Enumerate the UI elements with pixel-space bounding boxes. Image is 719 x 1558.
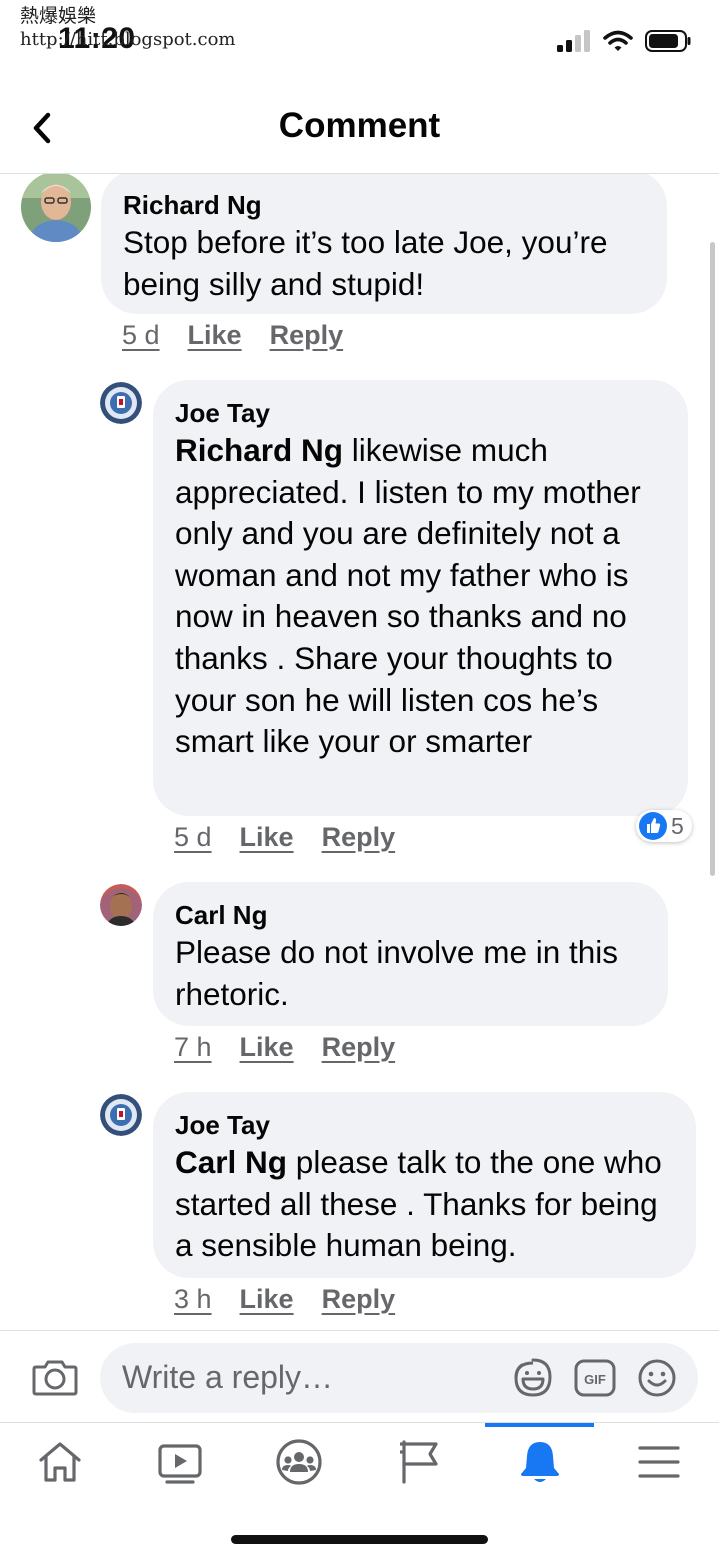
watermark-title: 熱爆娛樂 — [20, 5, 97, 27]
comment-timestamp[interactable]: 3 h — [174, 1284, 212, 1315]
comment-timestamp[interactable]: 7 h — [174, 1032, 212, 1063]
scrollbar[interactable] — [710, 242, 715, 876]
comment-mention[interactable]: Carl Ng — [175, 1144, 287, 1180]
comment-bubble: Carl Ng Please do not involve me in this… — [153, 882, 668, 1026]
comment: Joe Tay Carl Ng please talk to the one w… — [0, 1092, 719, 1330]
comment-timestamp[interactable]: 5 d — [174, 822, 212, 853]
nav-active-indicator — [485, 1423, 594, 1427]
status-icons — [557, 30, 691, 52]
nav-menu[interactable] — [609, 1437, 709, 1487]
comment-actions: 3 h Like Reply — [174, 1284, 395, 1315]
wifi-icon — [603, 30, 633, 51]
comment-actions: 5 d Like Reply — [122, 320, 343, 351]
like-button[interactable]: Like — [240, 1284, 294, 1315]
pages-flag-icon — [400, 1440, 438, 1484]
comment-timestamp[interactable]: 5 d — [122, 320, 160, 351]
page-title: Comment — [278, 106, 441, 145]
notifications-bell-icon — [521, 1442, 559, 1482]
gif-icon[interactable]: GIF — [574, 1357, 616, 1399]
reply-button[interactable]: Reply — [322, 1284, 396, 1315]
comment-bubble: Joe Tay Richard Ng likewise much appreci… — [153, 380, 688, 816]
home-icon — [39, 1442, 81, 1482]
avatar[interactable] — [21, 174, 91, 242]
comment: Joe Tay Richard Ng likewise much appreci… — [0, 380, 719, 860]
groups-icon — [276, 1439, 322, 1485]
nav-video[interactable] — [130, 1437, 230, 1487]
comment-mention[interactable]: Richard Ng — [175, 432, 343, 468]
comment-list[interactable]: Richard Ng Stop before it’s too late Joe… — [0, 174, 719, 1330]
reply-button[interactable]: Reply — [270, 320, 344, 351]
emoji-icon[interactable] — [636, 1357, 678, 1399]
avatar[interactable] — [100, 382, 142, 424]
nav-home[interactable] — [10, 1437, 110, 1487]
home-indicator[interactable] — [231, 1535, 488, 1544]
comment-text: Carl Ng please talk to the one who start… — [175, 1142, 674, 1267]
reply-button[interactable]: Reply — [322, 1032, 396, 1063]
nav-groups[interactable] — [249, 1437, 349, 1487]
camera-icon — [32, 1360, 78, 1396]
video-icon — [158, 1444, 202, 1484]
nav-pages[interactable] — [370, 1437, 470, 1487]
comment: Richard Ng Stop before it’s too late Joe… — [0, 174, 719, 364]
battery-icon — [645, 30, 691, 52]
reply-tools: GIF — [512, 1357, 678, 1399]
like-button[interactable]: Like — [188, 320, 242, 351]
watermark-url: http://hitt.blogspot.com — [20, 29, 236, 50]
avatar[interactable] — [100, 884, 142, 926]
comment-text: Stop before it’s too late Joe, you’re be… — [123, 224, 608, 302]
cellular-signal-icon — [557, 30, 590, 52]
comment-actions: 7 h Like Reply — [174, 1032, 395, 1063]
reply-composer: Write a reply… GIF — [0, 1330, 719, 1422]
like-reaction-icon — [639, 812, 667, 840]
gif-label: GIF — [584, 1372, 606, 1387]
reaction-count: 5 — [671, 812, 684, 839]
comment-author[interactable]: Richard Ng — [123, 188, 645, 222]
like-button[interactable]: Like — [240, 1032, 294, 1063]
comment-actions: 5 d Like Reply — [174, 822, 395, 853]
comment-text: Please do not involve me in this rhetori… — [175, 934, 618, 1012]
comment-author[interactable]: Joe Tay — [175, 1108, 674, 1142]
comment-body: likewise much appreciated. I listen to m… — [175, 432, 641, 760]
sticker-icon[interactable] — [512, 1357, 554, 1399]
reply-input-box[interactable]: Write a reply… GIF — [100, 1343, 698, 1413]
watermark: 熱爆娛樂 http://hitt.blogspot.com — [20, 4, 236, 52]
status-bar: 11:20 熱爆娛樂 http://hitt.blogspot.com — [0, 0, 719, 80]
comment-bubble: Joe Tay Carl Ng please talk to the one w… — [153, 1092, 696, 1278]
comment-bubble: Richard Ng Stop before it’s too late Joe… — [101, 174, 667, 314]
camera-button[interactable] — [32, 1357, 78, 1402]
reaction-summary[interactable]: 5 — [636, 810, 692, 842]
comment-author[interactable]: Carl Ng — [175, 898, 646, 932]
reply-button[interactable]: Reply — [322, 822, 396, 853]
reply-input[interactable]: Write a reply… — [122, 1359, 333, 1396]
header: Comment — [0, 80, 719, 174]
avatar[interactable] — [100, 1094, 142, 1136]
comment-text: Richard Ng likewise much appreciated. I … — [175, 430, 666, 763]
nav-notifications[interactable] — [490, 1437, 590, 1487]
comment: Carl Ng Please do not involve me in this… — [0, 882, 719, 1082]
comment-author[interactable]: Joe Tay — [175, 396, 666, 430]
menu-icon — [638, 1446, 680, 1478]
like-button[interactable]: Like — [240, 822, 294, 853]
